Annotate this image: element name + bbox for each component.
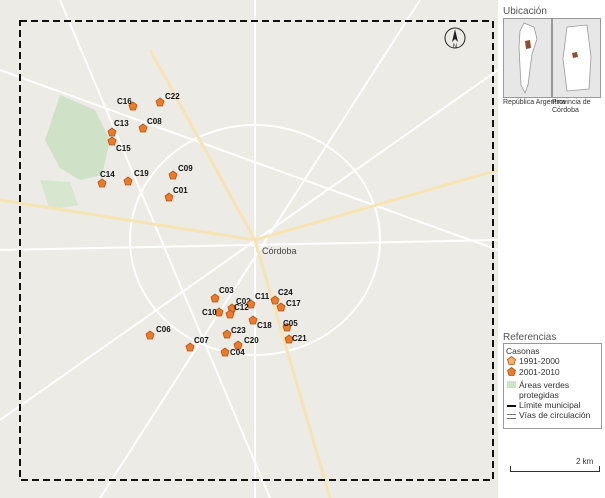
casona-label-c03: C03 [219,286,234,295]
scale-bar [510,466,600,472]
casona-label-c11: C11 [255,292,270,301]
casona-label-c20: C20 [244,336,259,345]
casona-label-c13: C13 [114,119,129,128]
legend-title: Referencias [503,332,557,343]
casona-label-c15: C15 [116,144,131,153]
svg-text:N: N [453,44,457,50]
casona-label-c24: C24 [278,288,293,297]
boundary-swatch [507,405,516,407]
casona-label-c16: C16 [117,97,132,106]
figure: Córdoba C22 C16 C08 C13 C15 C09 C14 C19 C01 C03 C0… [0,0,605,498]
casona-label-c21: C21 [292,334,307,343]
legend-period-2: 2001-2010 [519,367,560,377]
casona-label-c22: C22 [165,92,180,101]
inset-argentina [503,18,552,98]
inset-cordoba-caption: Provincia de Córdoba [552,99,591,114]
casona-label-c08: C08 [147,117,162,126]
inset-cordoba [552,18,601,98]
scale-label: 2 km [576,457,594,466]
casona-label-c19: C19 [134,169,149,178]
green-area-swatch [507,381,516,388]
casona-label-c06: C06 [156,325,171,334]
casona-label-c07: C07 [194,336,209,345]
road-swatch [507,414,516,419]
location-title: Ubicación [503,6,547,17]
city-label: Córdoba [262,246,297,256]
city-map: Córdoba C22 C16 C08 C13 C15 C09 C14 C19 C01 C03 C0… [0,0,498,498]
legend-roads: Vías de circulación [519,410,591,420]
casona-label-c23: C23 [231,326,246,335]
legend-casonas: Casonas [506,346,540,356]
legend-municipal-limit: Límite municipal [519,400,581,410]
casona-label-c17: C17 [286,299,301,308]
legend-period-1: 1991-2000 [519,356,560,366]
casona-label-c18: C18 [257,321,272,330]
casona-label-c14: C14 [100,170,115,179]
legend-green-areas: Áreas verdes protegidas [519,380,570,400]
casona-label-c12: C12 [234,303,249,312]
casona-label-c09: C09 [178,164,193,173]
casona-label-c10: C10 [202,308,217,317]
north-arrow-icon: N [443,26,467,50]
casona-label-c05: C05 [283,319,298,328]
pentagon-marker-icon [507,356,516,365]
pentagon-marker-icon [507,367,516,376]
casona-label-c01: C01 [173,186,188,195]
casona-label-c04: C04 [230,348,245,357]
map-canvas: Córdoba C22 C16 C08 C13 C15 C09 C14 C19 C01 C03 C0… [0,0,498,498]
